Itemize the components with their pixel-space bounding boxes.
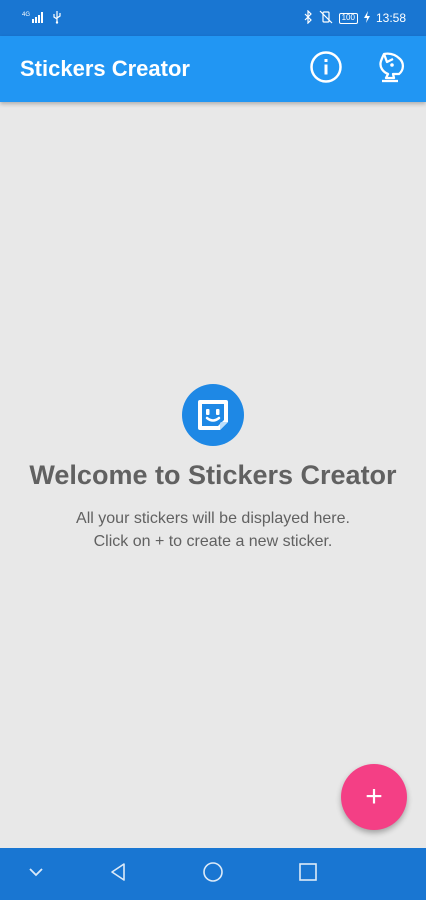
nav-home-button[interactable] (201, 861, 225, 888)
sticker-bird-icon (373, 50, 407, 89)
charging-icon (363, 10, 370, 26)
info-icon (309, 50, 343, 89)
home-circle-icon (202, 861, 224, 888)
plus-icon: + (365, 780, 383, 813)
usb-icon (52, 10, 62, 27)
nav-back-button[interactable] (106, 862, 130, 886)
welcome-line-2: Click on + to create a new sticker. (93, 533, 333, 550)
chevron-down-icon (27, 865, 45, 883)
status-time: 13:58 (375, 11, 406, 25)
status-right: 100 13:58 (303, 9, 406, 27)
recents-square-icon (298, 862, 318, 887)
app-actions (308, 50, 408, 89)
app-title: Stickers Creator (20, 56, 190, 81)
add-sticker-button[interactable]: + (341, 764, 407, 830)
nav-recents-button[interactable] (296, 862, 320, 886)
welcome-text: All your stickers will be displayed here… (76, 507, 350, 553)
empty-state: Welcome to Stickers Creator All your sti… (0, 384, 426, 553)
navigation-bar (0, 848, 426, 900)
app-logo-icon (182, 384, 244, 446)
welcome-line-1: All your stickers will be displayed here… (76, 510, 350, 527)
status-bar: 4G 100 13:58 (0, 0, 426, 36)
signal-icon: 4G (22, 10, 46, 27)
sticker-pack-button[interactable] (372, 51, 408, 87)
vibrate-mute-icon (319, 10, 333, 27)
svg-text:4G: 4G (22, 12, 30, 18)
info-button[interactable] (308, 50, 344, 89)
battery-indicator: 100 (338, 12, 358, 24)
app-bar: Stickers Creator (0, 36, 426, 102)
welcome-title: Welcome to Stickers Creator (29, 460, 397, 490)
bluetooth-icon (303, 9, 313, 27)
nav-hide-button[interactable] (24, 862, 48, 886)
back-triangle-icon (107, 861, 129, 888)
status-left: 4G (22, 10, 62, 27)
